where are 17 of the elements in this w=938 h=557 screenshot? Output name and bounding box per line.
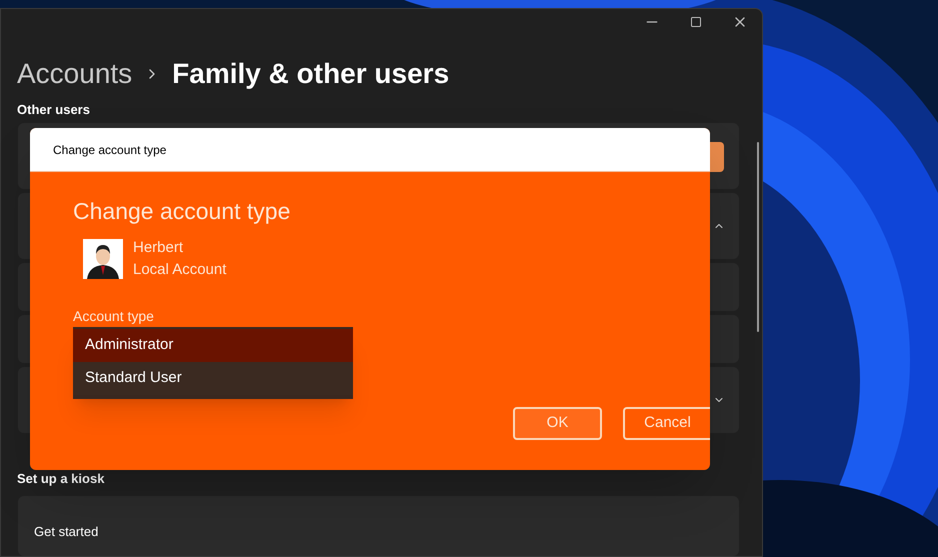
account-type-dropdown[interactable]: Administrator Standard User [73,326,353,398]
maximize-icon[interactable] [690,16,702,28]
dropdown-option[interactable]: Administrator [73,328,353,362]
section-heading: Set up a kiosk [17,470,106,488]
scrollbar[interactable] [757,142,759,332]
user-name: Herbert [133,238,184,258]
dialog-title: Change account type [53,142,166,158]
settings-card[interactable]: Get started [18,496,739,556]
account-kind: Local Account [133,260,226,280]
dialog-heading: Change account type [73,197,292,226]
card-label: Get started [34,524,98,539]
field-label: Account type [73,306,155,324]
user-avatar-icon [83,238,123,278]
dropdown-option[interactable]: Standard User [73,362,353,394]
section-heading: Other users [17,101,91,119]
page-title: Family & other users [172,57,450,91]
breadcrumb-parent[interactable]: Accounts [17,53,132,95]
